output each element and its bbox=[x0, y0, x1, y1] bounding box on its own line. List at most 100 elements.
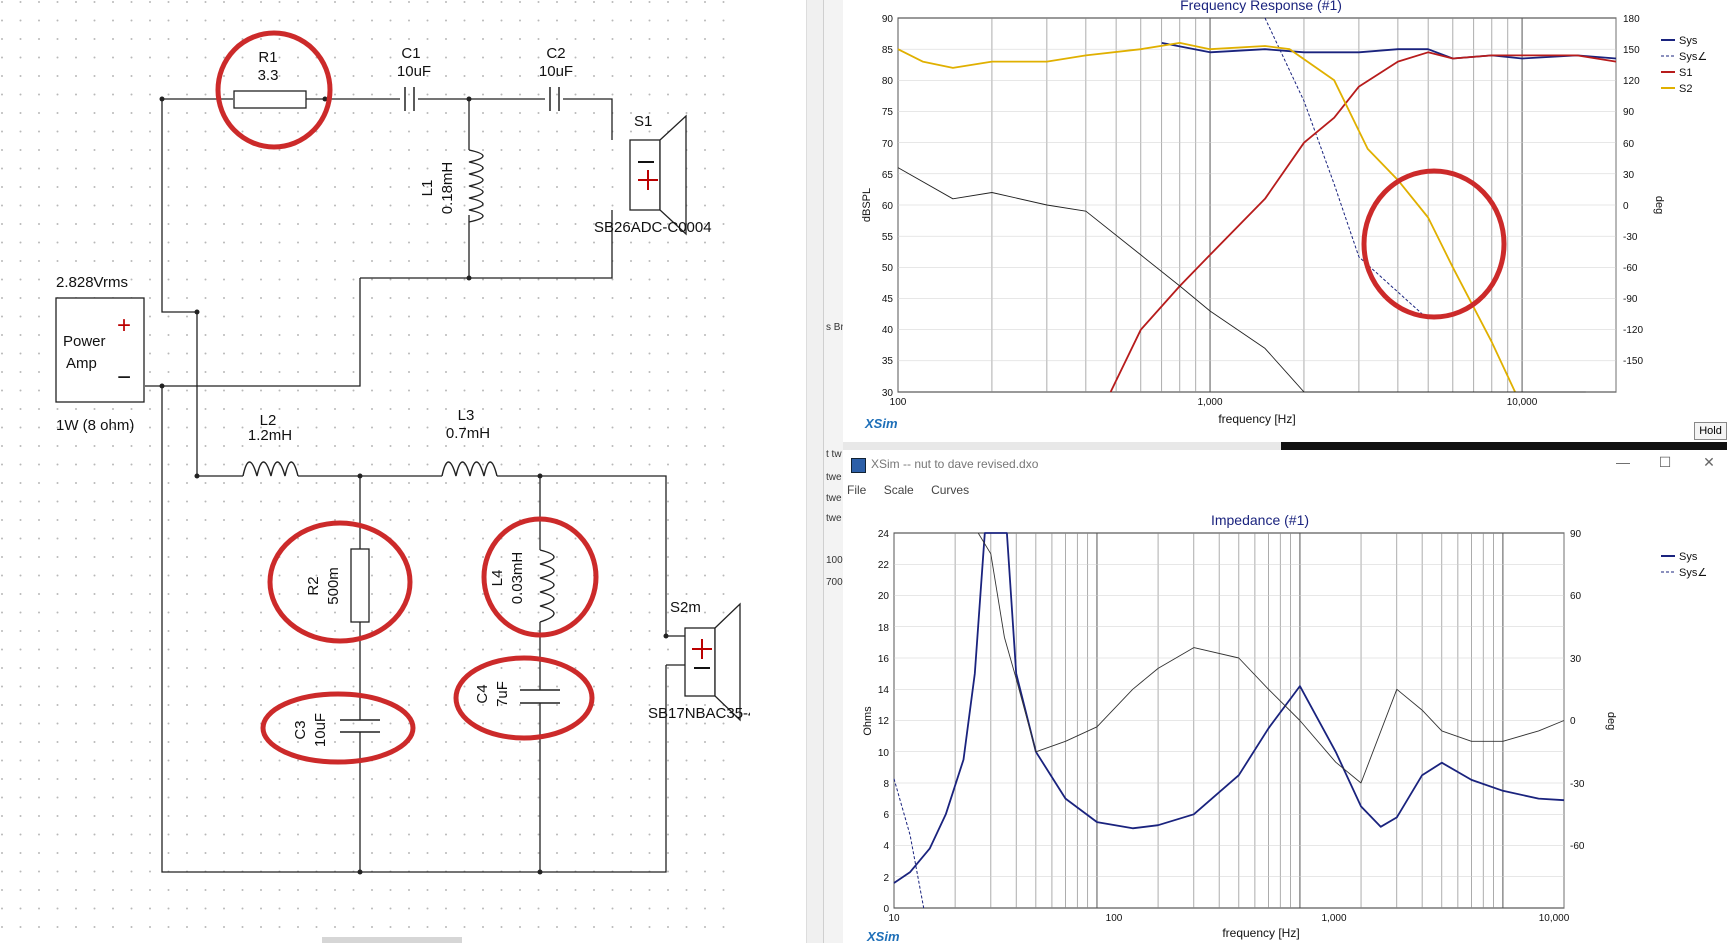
fr-x-0: 100 bbox=[890, 397, 907, 408]
freq-title: Frequency Response (#1) bbox=[1180, 0, 1342, 13]
freq-brand: XSim bbox=[864, 416, 898, 431]
fr-yr-10: -120 bbox=[1623, 325, 1643, 336]
strip-text-2: twe bbox=[826, 472, 842, 483]
menu-curves[interactable]: Curves bbox=[931, 483, 969, 497]
r1-value: 3.3 bbox=[258, 67, 279, 84]
imp-y-right-ticks: 90 60 30 0 -30 -60 bbox=[1570, 529, 1585, 852]
imp-yr-5: -60 bbox=[1570, 841, 1585, 852]
fr-yl-6: 60 bbox=[882, 201, 894, 212]
fr-yr-2: 120 bbox=[1623, 76, 1640, 87]
fr-yl-5: 65 bbox=[882, 170, 894, 181]
imp-x-label: frequency [Hz] bbox=[1222, 926, 1299, 940]
fr-yr-6: 0 bbox=[1623, 201, 1629, 212]
close-button[interactable]: ✕ bbox=[1699, 454, 1719, 471]
imp-titlebar: XSim -- nut to dave revised.dxo — ☐ ✕ bbox=[843, 450, 1727, 480]
fr-yr-5: 30 bbox=[1623, 170, 1635, 181]
menu-scale[interactable]: Scale bbox=[884, 483, 914, 497]
freq-y-left-label: dBSPL bbox=[861, 188, 873, 222]
c2-value: 10uF bbox=[539, 63, 573, 80]
c1-name: C1 bbox=[401, 45, 420, 62]
r1-name: R1 bbox=[258, 49, 277, 66]
imp-y-right-label: deg bbox=[1605, 712, 1617, 730]
schematic-scrollbar[interactable] bbox=[806, 0, 824, 943]
imp-menubar: File Scale Curves bbox=[847, 483, 983, 497]
fr-yl-8: 50 bbox=[882, 263, 894, 274]
imp-y-left-ticks: 24 22 20 18 16 14 12 10 8 6 4 2 0 bbox=[878, 529, 890, 915]
imp-chart: Impedance (#1) 24 22 20 18 16 14 12 10 8… bbox=[862, 512, 1707, 943]
l1-value: 0.18mH bbox=[439, 162, 456, 215]
fr-legend-3: S2 bbox=[1679, 83, 1692, 95]
schematic-hscroll-thumb[interactable] bbox=[322, 937, 462, 943]
c2-name: C2 bbox=[546, 45, 565, 62]
imp-yl-11: 2 bbox=[883, 873, 889, 884]
freq-x-label: frequency [Hz] bbox=[1218, 412, 1295, 426]
imp-x-0: 10 bbox=[888, 913, 900, 924]
imp-yl-8: 8 bbox=[883, 779, 889, 790]
imp-yl-0: 24 bbox=[878, 529, 890, 540]
imp-yl-5: 14 bbox=[878, 685, 890, 696]
r2-value: 500m bbox=[325, 567, 342, 605]
strip-text-3: twe bbox=[826, 493, 842, 504]
amp-label-line1: Power bbox=[63, 333, 106, 350]
fr-yl-9: 45 bbox=[882, 294, 894, 305]
s2-name: S2m bbox=[670, 599, 701, 616]
imp-legend-0: Sys bbox=[1679, 551, 1698, 563]
strip-text-4: twe bbox=[826, 513, 842, 524]
fr-yr-8: -60 bbox=[1623, 263, 1638, 274]
c1-value: 10uF bbox=[397, 63, 431, 80]
fr-yl-10: 40 bbox=[882, 325, 894, 336]
imp-yr-3: 0 bbox=[1570, 716, 1576, 727]
fr-yl-4: 70 bbox=[882, 139, 894, 150]
imp-legend-1: Sys∠ bbox=[1679, 567, 1707, 579]
fr-yr-7: -30 bbox=[1623, 232, 1638, 243]
imp-title: Impedance (#1) bbox=[1211, 512, 1309, 528]
fr-yl-3: 75 bbox=[882, 107, 894, 118]
resistor-r2[interactable] bbox=[350, 548, 370, 623]
imp-yl-2: 20 bbox=[878, 591, 890, 602]
freq-y-left-ticks: 90 85 80 75 70 65 60 55 50 45 40 35 30 bbox=[882, 14, 894, 399]
s1-name: S1 bbox=[634, 113, 652, 130]
imp-window-title: XSim -- nut to dave revised.dxo bbox=[871, 457, 1039, 471]
maximize-button[interactable]: ☐ bbox=[1655, 454, 1675, 471]
amp-plus: + bbox=[117, 312, 131, 339]
freq-y-right-ticks: 180 150 120 90 60 30 0 -30 -60 -90 -120 … bbox=[1623, 14, 1643, 367]
imp-yl-9: 6 bbox=[883, 810, 889, 821]
amp-minus: − bbox=[117, 364, 131, 391]
fr-yl-0: 90 bbox=[882, 14, 894, 25]
imp-yl-4: 16 bbox=[878, 654, 890, 665]
fr-yr-0: 180 bbox=[1623, 14, 1640, 25]
freq-chart: Frequency Response (#1) 90 85 80 75 70 6… bbox=[861, 0, 1707, 431]
fr-yr-1: 150 bbox=[1623, 45, 1640, 56]
dot-grid bbox=[0, 0, 740, 930]
imp-yl-6: 12 bbox=[878, 716, 890, 727]
strip-text-6: 700 bbox=[826, 577, 843, 588]
imp-legend: Sys Sys∠ bbox=[1661, 551, 1707, 579]
imp-yr-4: -30 bbox=[1570, 779, 1585, 790]
c4-name: C4 bbox=[474, 684, 491, 703]
menu-file[interactable]: File bbox=[847, 483, 866, 497]
c3-name: C3 bbox=[292, 720, 309, 739]
schematic-canvas: R1 3.3 C1 10uF C2 10uF L1 0.18mH S1 SB26… bbox=[0, 0, 750, 930]
l4-name: L4 bbox=[489, 570, 506, 587]
c3-value: 10uF bbox=[312, 713, 329, 747]
fr-x-1: 1,000 bbox=[1197, 397, 1222, 408]
r2-name: R2 bbox=[305, 576, 322, 595]
imp-yl-3: 18 bbox=[878, 623, 890, 634]
resistor-r1[interactable] bbox=[233, 90, 307, 109]
imp-x-1: 100 bbox=[1106, 913, 1123, 924]
fr-yr-4: 60 bbox=[1623, 139, 1635, 150]
fr-x-2: 10,000 bbox=[1507, 397, 1538, 408]
fr-yl-1: 85 bbox=[882, 45, 894, 56]
imp-x-3: 10,000 bbox=[1539, 913, 1570, 924]
imp-y-left-label: Ohms bbox=[862, 706, 874, 736]
fr-legend-2: S1 bbox=[1679, 67, 1692, 79]
app-icon bbox=[851, 458, 866, 473]
strip-text-0: s Br bbox=[826, 322, 844, 333]
freq-y-right-label: deg bbox=[1653, 196, 1665, 214]
strip-text-1: t tw bbox=[826, 449, 842, 460]
s2-model: SB17NBAC35-4 bbox=[648, 705, 750, 722]
amp-voltage: 2.828Vrms bbox=[56, 274, 128, 291]
minimize-button[interactable]: — bbox=[1613, 454, 1633, 470]
imp-brand: XSim bbox=[866, 929, 900, 943]
l3-name: L3 bbox=[458, 407, 475, 424]
